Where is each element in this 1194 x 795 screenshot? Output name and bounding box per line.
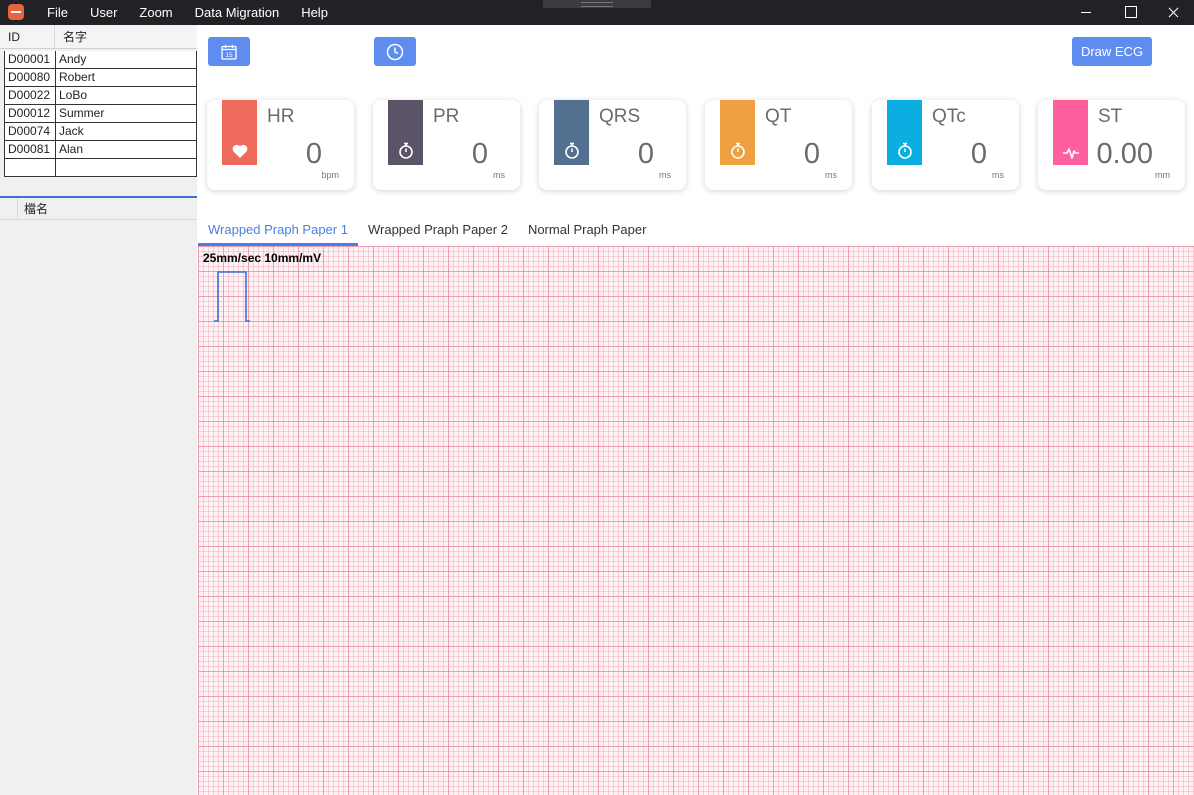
file-table-header: 檔名 <box>0 198 197 220</box>
metric-color-tab <box>1053 100 1088 165</box>
metric-name: QRS <box>599 106 641 127</box>
heart-icon <box>232 144 247 158</box>
ecg-graph-paper[interactable]: 25mm/sec 10mm/mV <box>198 246 1194 795</box>
metric-color-tab <box>554 100 589 165</box>
patient-id: D00012 <box>5 105 56 122</box>
metric-name: QTc <box>932 106 966 127</box>
metric-name: PR <box>433 106 460 127</box>
maximize-button[interactable] <box>1108 0 1152 25</box>
tab-wrapped-paper-1[interactable]: Wrapped Praph Paper 1 <box>198 218 358 246</box>
tab-wrapped-paper-2[interactable]: Wrapped Praph Paper 2 <box>358 218 518 246</box>
metric-name: QT <box>765 106 792 127</box>
metric-unit: ms <box>992 170 1004 180</box>
metric-card-qrs: QRS 0 ms <box>539 100 686 190</box>
scale-label: 25mm/sec 10mm/mV <box>203 251 322 265</box>
patient-id <box>5 159 56 176</box>
row-header-gutter <box>0 198 18 219</box>
patient-id: D00081 <box>5 141 56 158</box>
stopwatch-icon <box>730 142 745 159</box>
table-row[interactable]: D00080 Robert <box>4 69 197 87</box>
calibration-pulse <box>214 271 250 322</box>
metric-color-tab <box>887 100 922 165</box>
patient-name: Alan <box>59 142 84 156</box>
patient-name: Andy <box>59 52 87 66</box>
metric-card-st: ST 0.00 mm <box>1038 100 1185 190</box>
clock-icon <box>386 43 404 60</box>
tab-normal-paper[interactable]: Normal Praph Paper <box>518 218 657 246</box>
metric-value: 0 <box>970 138 987 170</box>
column-header-name[interactable]: 名字 <box>55 25 197 48</box>
patient-id: D00074 <box>5 123 56 140</box>
metric-value: 0 <box>305 138 322 170</box>
pulse-icon <box>1062 148 1079 159</box>
table-row[interactable]: D00012 Summer <box>4 105 197 123</box>
file-table: 檔名 <box>0 198 197 795</box>
metric-name: HR <box>267 106 295 127</box>
metric-name: ST <box>1098 106 1123 127</box>
patient-name <box>56 159 196 176</box>
patient-name: Summer <box>59 106 105 120</box>
metric-unit: mm <box>1155 170 1170 180</box>
patient-id: D00080 <box>5 69 56 86</box>
calendar-day: 15 <box>225 52 233 59</box>
table-row[interactable]: D00001 Andy <box>4 51 197 69</box>
table-row[interactable]: D00074 Jack <box>4 123 197 141</box>
column-header-filename[interactable]: 檔名 <box>18 198 48 219</box>
patient-id: D00022 <box>5 87 56 104</box>
menu-zoom[interactable]: Zoom <box>128 0 183 25</box>
calendar-button[interactable]: 15 <box>208 37 250 66</box>
metric-card-qtc: QTc 0 ms <box>872 100 1019 190</box>
graph-paper-tabs: Wrapped Praph Paper 1 Wrapped Praph Pape… <box>198 218 656 246</box>
app-logo-icon <box>8 4 24 20</box>
table-row[interactable]: D00081 Alan <box>4 141 197 159</box>
menu-help[interactable]: Help <box>290 0 339 25</box>
patient-name: Jack <box>59 124 84 138</box>
close-button[interactable] <box>1150 0 1194 25</box>
stopwatch-icon <box>564 142 579 159</box>
column-header-id[interactable]: ID <box>0 25 55 48</box>
metric-card-qt: QT 0 ms <box>705 100 852 190</box>
metric-value: 0 <box>637 138 654 170</box>
patient-name: Robert <box>59 70 96 84</box>
window-drag-handle[interactable] <box>543 0 651 8</box>
minimize-button[interactable] <box>1064 0 1108 25</box>
metric-color-tab <box>388 100 423 165</box>
metric-unit: ms <box>493 170 505 180</box>
metric-unit: ms <box>825 170 837 180</box>
patient-table-header: ID 名字 <box>0 25 197 49</box>
patient-name: LoBo <box>59 88 88 102</box>
metric-unit: ms <box>659 170 671 180</box>
metric-unit: bpm <box>321 170 339 180</box>
draw-ecg-button[interactable]: Draw ECG <box>1072 37 1152 66</box>
stopwatch-icon <box>398 142 413 159</box>
patient-id: D00001 <box>5 51 56 68</box>
metric-color-tab <box>222 100 257 165</box>
metric-card-hr: HR 0 bpm <box>207 100 354 190</box>
table-row-empty[interactable] <box>4 159 197 177</box>
menu-data-migration[interactable]: Data Migration <box>184 0 291 25</box>
metric-value: 0 <box>803 138 820 170</box>
clock-button[interactable] <box>374 37 416 66</box>
menu-bar: File User Zoom Data Migration Help <box>36 0 339 25</box>
metric-value: 0.00 <box>1096 138 1153 170</box>
metric-value: 0 <box>471 138 488 170</box>
metric-card-pr: PR 0 ms <box>373 100 520 190</box>
stopwatch-icon <box>897 142 912 159</box>
title-bar: File User Zoom Data Migration Help <box>0 0 1194 25</box>
calendar-icon: 15 <box>221 44 237 60</box>
left-panel: ID 名字 D00001 Andy D00080 Robert D00022 L… <box>0 25 197 795</box>
metric-color-tab <box>720 100 755 165</box>
patient-table: ID 名字 D00001 Andy D00080 Robert D00022 L… <box>0 25 197 196</box>
menu-file[interactable]: File <box>36 0 79 25</box>
table-row[interactable]: D00022 LoBo <box>4 87 197 105</box>
menu-user[interactable]: User <box>79 0 128 25</box>
